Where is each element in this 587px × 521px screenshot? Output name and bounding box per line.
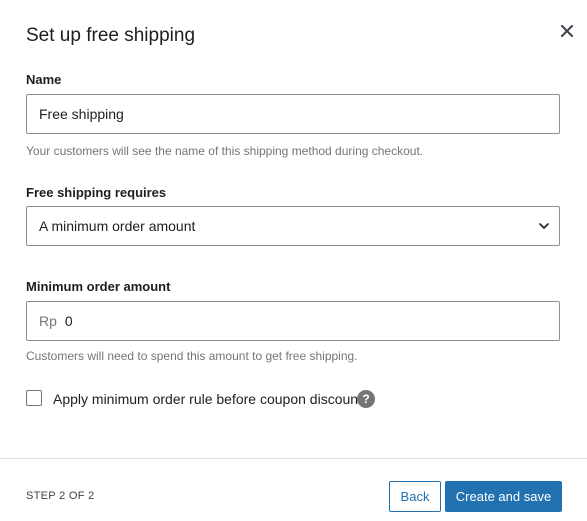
requires-select-value: A minimum order amount <box>39 218 196 234</box>
create-and-save-button[interactable]: Create and save <box>445 481 562 512</box>
name-label: Name <box>26 72 62 87</box>
name-help-text: Your customers will see the name of this… <box>26 144 424 158</box>
coupon-rule-label[interactable]: Apply minimum order rule before coupon d… <box>53 391 362 407</box>
currency-prefix: Rp <box>39 313 57 329</box>
minimum-amount-help-text: Customers will need to spend this amount… <box>26 349 358 363</box>
footer-divider <box>0 458 587 459</box>
minimum-amount-value: 0 <box>64 313 73 329</box>
modal-title: Set up free shipping <box>26 25 196 46</box>
back-button[interactable]: Back <box>389 481 441 512</box>
help-icon[interactable]: ? <box>357 390 375 408</box>
free-shipping-modal: Set up free shipping Name Free shipping … <box>0 0 587 521</box>
close-button[interactable] <box>556 20 578 42</box>
coupon-rule-checkbox[interactable] <box>26 390 42 406</box>
name-input-value: Free shipping <box>39 106 124 122</box>
step-indicator: STEP 2 OF 2 <box>26 490 95 502</box>
name-input[interactable]: Free shipping <box>26 94 560 134</box>
requires-select[interactable]: A minimum order amount <box>26 206 560 246</box>
requires-label: Free shipping requires <box>26 185 167 200</box>
chevron-down-icon <box>539 223 549 229</box>
minimum-amount-input[interactable]: Rp 0 <box>26 301 560 341</box>
minimum-amount-label: Minimum order amount <box>26 279 171 294</box>
close-icon <box>561 25 573 37</box>
